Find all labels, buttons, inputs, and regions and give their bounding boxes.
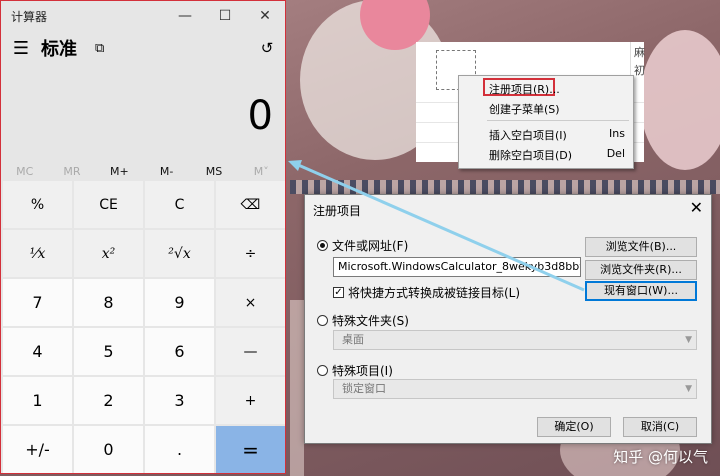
arrow-line bbox=[295, 162, 585, 292]
arrow-head bbox=[288, 160, 302, 171]
watermark-text: 知乎 @何以气 bbox=[613, 448, 708, 466]
annotation-arrow bbox=[288, 160, 585, 292]
